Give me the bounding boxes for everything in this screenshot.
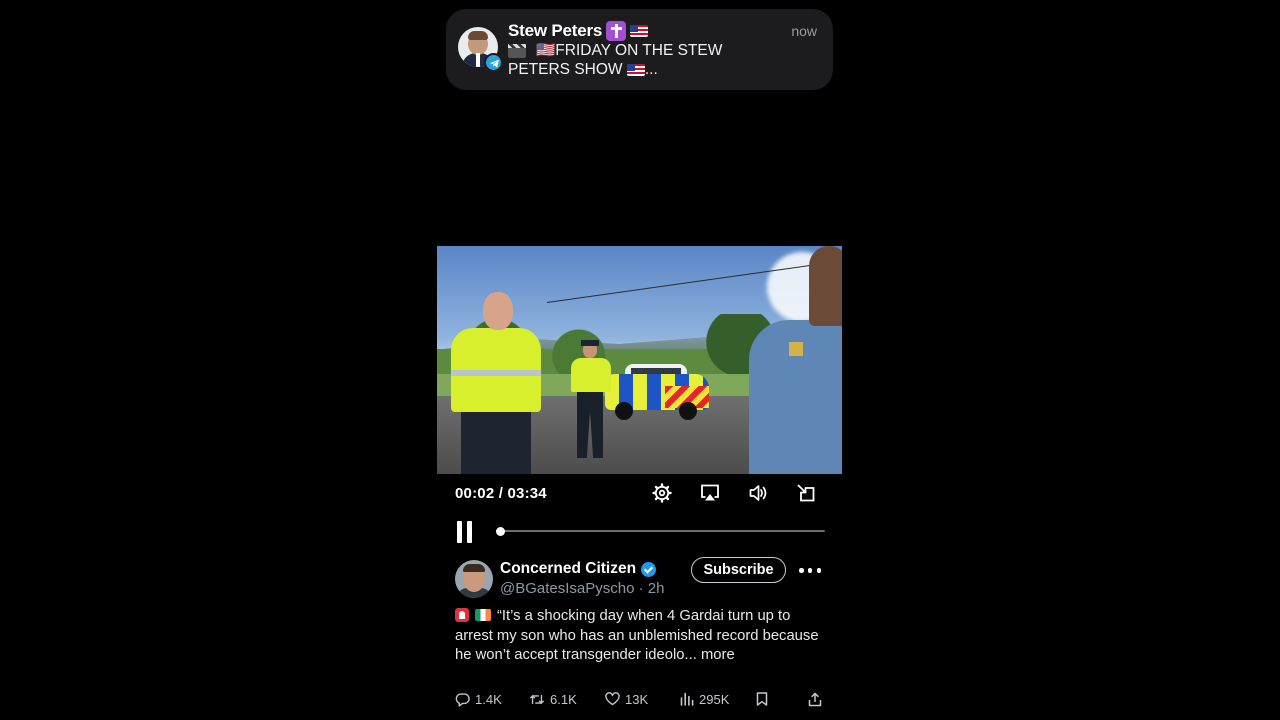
author-name[interactable]: Concerned Citizen [500, 560, 657, 578]
reply-button[interactable]: 1.4K [455, 690, 502, 708]
pause-button[interactable] [456, 521, 474, 543]
notification-body-line1: 🇺🇸FRIDAY ON THE STEW [536, 42, 723, 59]
reply-count: 1.4K [475, 691, 502, 707]
like-button[interactable]: 13K [605, 690, 648, 708]
avatar[interactable] [455, 560, 493, 598]
duration: 03:34 [507, 485, 547, 502]
clapperboard-icon [508, 43, 526, 58]
officer-figure [569, 340, 613, 462]
police-car [605, 364, 709, 420]
video-frame[interactable] [437, 246, 842, 474]
airplay-icon[interactable] [700, 483, 722, 505]
exit-fullscreen-icon[interactable] [796, 483, 818, 505]
notification-time: now [791, 23, 817, 39]
notification-body-line2: PETERS SHOW [508, 61, 623, 78]
repost-button[interactable]: 6.1K [529, 690, 577, 708]
cross-emoji-icon [606, 21, 627, 41]
post-age[interactable]: 2h [648, 580, 665, 597]
post-body: “It’s a shocking day when 4 Gardai turn … [455, 608, 819, 663]
officer-figure [749, 246, 842, 474]
repost-icon [529, 694, 545, 704]
bookmark-button[interactable] [756, 690, 768, 708]
us-flag-icon [626, 63, 645, 76]
notification-ellipsis: ... [644, 61, 658, 78]
view-count: 295K [699, 691, 730, 707]
telegram-notification-banner[interactable]: Stew Peters now 🇺🇸FRIDAY ON THE STEW PET… [446, 9, 833, 90]
more-options-icon[interactable] [799, 568, 821, 573]
post-text: “It’s a shocking day when 4 Gardai turn … [455, 608, 819, 663]
settings-gear-icon[interactable] [652, 483, 674, 505]
current-time: 00:02 [455, 485, 495, 502]
telegram-icon [484, 53, 503, 72]
notification-sender: Stew Peters [508, 21, 603, 40]
repost-count: 6.1K [550, 691, 577, 707]
views-button[interactable]: 295K [680, 690, 729, 708]
subscribe-button[interactable]: Subscribe [691, 557, 786, 583]
views-chart-icon [680, 692, 694, 706]
officer-figure [439, 292, 541, 474]
heart-icon [605, 692, 620, 706]
progress-track[interactable] [497, 530, 825, 532]
progress-scrubber-handle[interactable] [495, 527, 505, 536]
ireland-flag-icon [475, 609, 491, 621]
playback-time: 00:02 / 03:34 [455, 485, 547, 502]
show-more-link[interactable]: more [697, 647, 735, 663]
siren-emoji-icon [455, 608, 469, 622]
notification-body: 🇺🇸FRIDAY ON THE STEW PETERS SHOW ... [508, 41, 808, 79]
share-icon [808, 692, 822, 706]
volume-icon[interactable] [748, 483, 770, 505]
author-handle[interactable]: @BGatesIsaPyscho [500, 580, 634, 597]
like-count: 13K [625, 691, 649, 707]
us-flag-icon [630, 25, 649, 37]
share-button[interactable] [808, 690, 822, 708]
verified-badge-icon [641, 561, 657, 577]
notification-title: Stew Peters [508, 21, 649, 41]
bookmark-icon [756, 692, 768, 706]
reply-icon [455, 692, 470, 707]
author-handle-line: @BGatesIsaPyscho · 2h [500, 580, 665, 597]
